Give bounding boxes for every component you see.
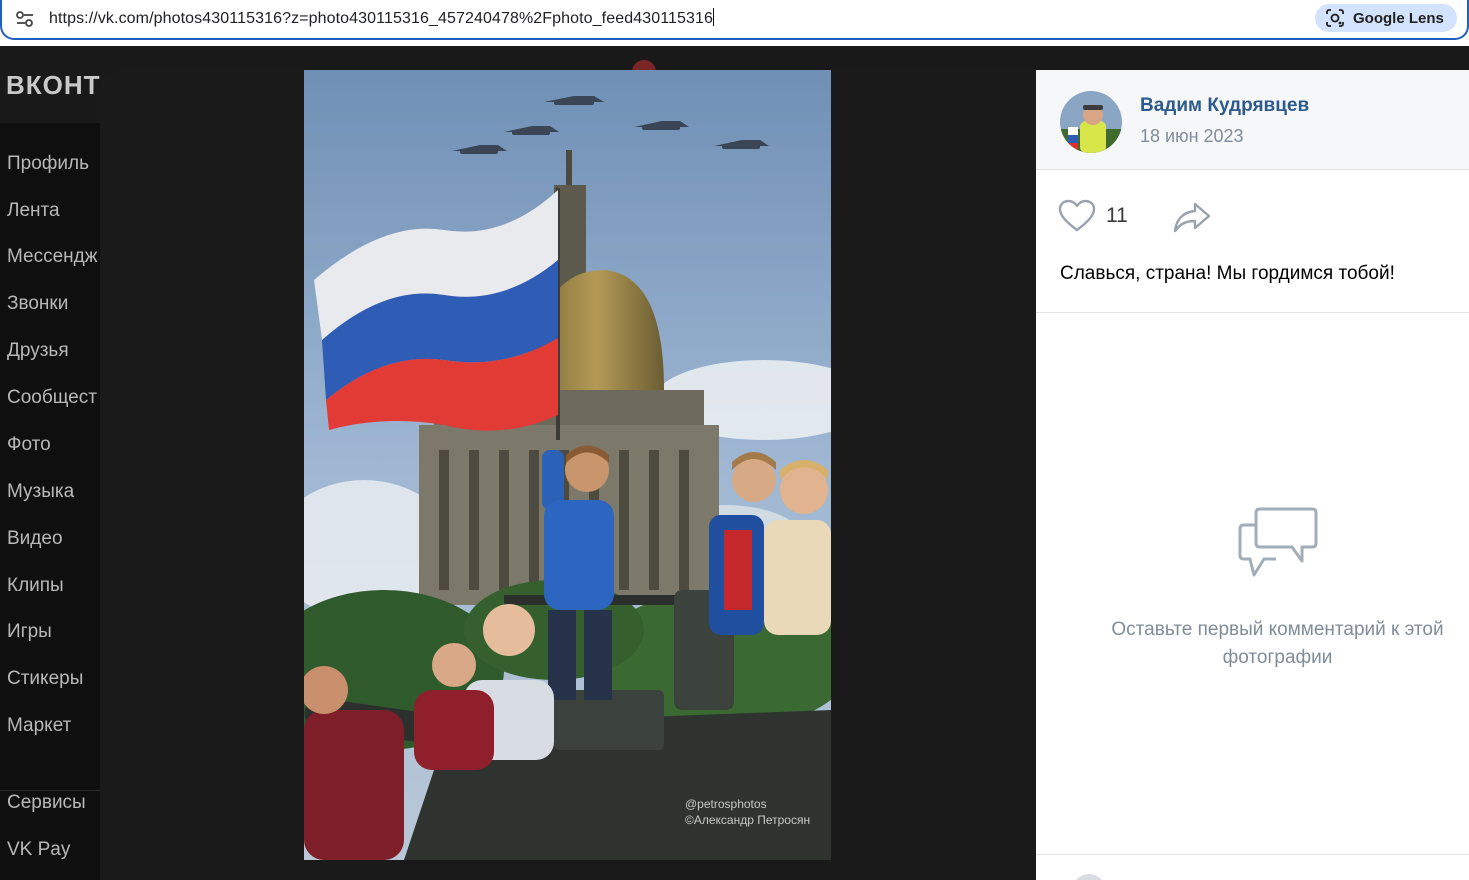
watermark-copyright: ©Александр Петросян bbox=[685, 813, 811, 827]
photo[interactable] bbox=[304, 70, 831, 860]
avatar[interactable] bbox=[1060, 91, 1122, 153]
url-field[interactable]: https://vk.com/photos430115316?z=photo43… bbox=[49, 8, 715, 28]
sidebar-item-vk-pay[interactable]: VK Pay bbox=[7, 839, 70, 861]
like-button[interactable]: 11 bbox=[1058, 198, 1128, 234]
sidebar-item-video[interactable]: Видео bbox=[7, 528, 63, 550]
sidebar-item-music[interactable]: Музыка bbox=[7, 481, 74, 503]
sidebar-item-messenger[interactable]: Мессендж bbox=[7, 246, 97, 268]
sidebar-item-profile[interactable]: Профиль bbox=[7, 153, 89, 175]
sidebar-item-services[interactable]: Сервисы bbox=[7, 792, 86, 814]
comments-icon bbox=[1236, 503, 1320, 581]
vk-logo[interactable]: ВКОНТ bbox=[6, 70, 101, 101]
heart-icon bbox=[1058, 199, 1096, 232]
share-button[interactable] bbox=[1172, 200, 1212, 234]
photo-side-panel: Вадим Кудрявцев 18 июн 2023 11 Славься, … bbox=[1036, 70, 1469, 880]
panel-divider bbox=[1036, 312, 1469, 313]
share-icon bbox=[1173, 202, 1211, 233]
sidebar-item-photos[interactable]: Фото bbox=[7, 434, 51, 456]
comment-input-divider bbox=[1036, 854, 1469, 855]
like-count: 11 bbox=[1106, 204, 1128, 227]
photo-caption: Славься, страна! Мы гордимся тобой! bbox=[1060, 263, 1395, 284]
sidebar-item-games[interactable]: Игры bbox=[7, 621, 52, 643]
address-bar[interactable]: https://vk.com/photos430115316?z=photo43… bbox=[0, 0, 1469, 40]
google-lens-label: Google Lens bbox=[1353, 9, 1444, 27]
google-lens-button[interactable]: Google Lens bbox=[1315, 4, 1457, 32]
vk-sidebar: Профиль Лента Мессендж Звонки Друзья Соо… bbox=[0, 123, 100, 880]
sidebar-item-stickers[interactable]: Стикеры bbox=[7, 668, 83, 690]
empty-comments-message: Оставьте первый комментарий к этой фотог… bbox=[1111, 619, 1444, 668]
photo-watermark: @petrosphotos ©Александр Петросян bbox=[685, 796, 810, 828]
author-name[interactable]: Вадим Кудрявцев bbox=[1140, 95, 1309, 117]
sidebar-item-calls[interactable]: Звонки bbox=[7, 293, 68, 315]
watermark-handle: @petrosphotos bbox=[685, 797, 767, 811]
lens-icon bbox=[1326, 9, 1344, 27]
sidebar-item-communities[interactable]: Сообщест bbox=[7, 387, 97, 409]
sidebar-item-market[interactable]: Маркет bbox=[7, 715, 71, 737]
sidebar-item-feed[interactable]: Лента bbox=[7, 200, 60, 222]
author-block: Вадим Кудрявцев 18 июн 2023 bbox=[1036, 70, 1469, 170]
sidebar-item-friends[interactable]: Друзья bbox=[7, 340, 69, 362]
tune-icon[interactable] bbox=[14, 8, 36, 30]
current-user-avatar bbox=[1072, 874, 1106, 880]
sidebar-divider bbox=[0, 790, 100, 791]
post-date[interactable]: 18 июн 2023 bbox=[1140, 126, 1244, 147]
sidebar-item-clips[interactable]: Клипы bbox=[7, 575, 64, 597]
